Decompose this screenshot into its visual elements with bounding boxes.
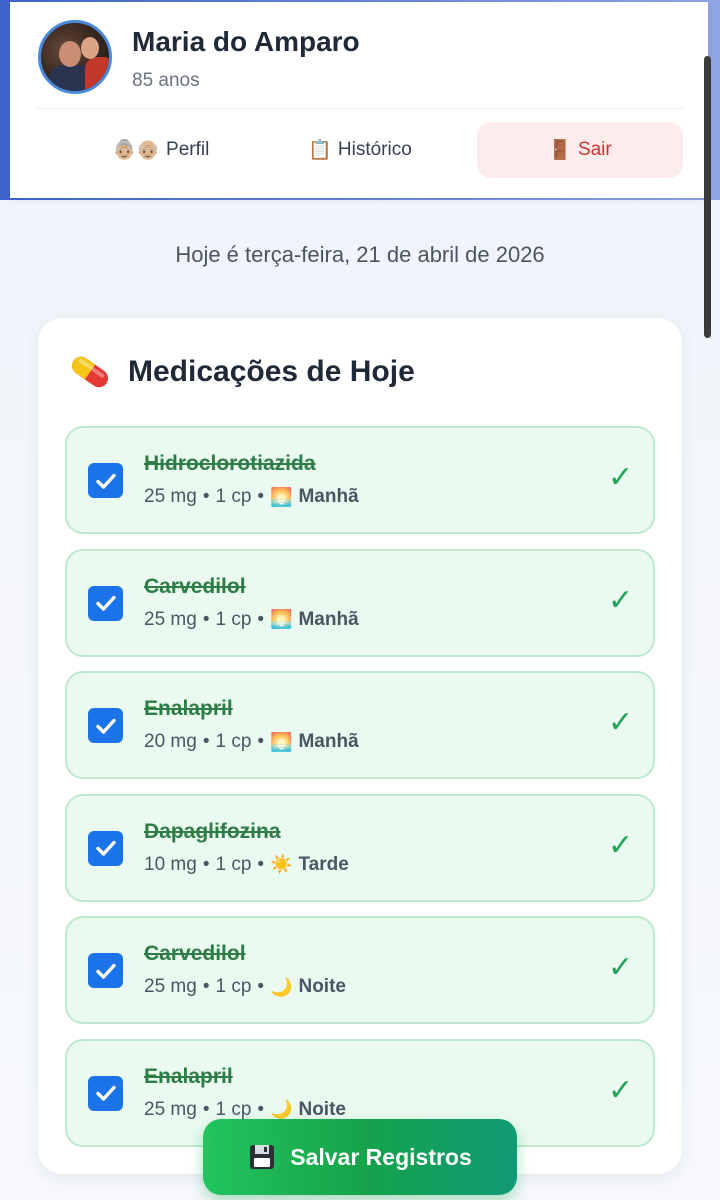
separator: • [202, 976, 210, 997]
medication-dose: 25 mg [144, 976, 197, 997]
medication-name: Enalapril [144, 1064, 233, 1088]
avatar-face [81, 37, 99, 59]
save-button-label: Salvar Registros [290, 1143, 472, 1170]
nav-profile[interactable]: 👵🏼👴🏼 Perfil [70, 122, 252, 178]
medication-dose: 10 mg [144, 853, 197, 875]
door-icon: 🚪 [548, 140, 572, 161]
medication-quantity: 1 cp [215, 731, 252, 752]
medication-name: Dapaglifozina [144, 819, 281, 843]
medication-dose: 25 mg [144, 1098, 197, 1120]
separator: • [202, 608, 210, 630]
done-check-icon: ✓ [608, 828, 634, 862]
medication-item[interactable]: Dapaglifozina 10 mg • 1 cp • ☀️ Tarde ✓ [65, 793, 655, 902]
card-header: Medicações de Hoje [66, 348, 415, 396]
medication-dose: 25 mg [144, 486, 197, 507]
logout-label: Sair [577, 139, 612, 160]
period-icon: 🌅 [270, 731, 293, 752]
current-date: Hoje é terça-feira, 21 de abril de 2026 [175, 242, 545, 267]
scrollbar[interactable] [704, 56, 711, 338]
done-check-icon: ✓ [608, 583, 634, 617]
clipboard-icon: 📋 [308, 140, 332, 161]
medication-period: Manhã [298, 486, 359, 507]
floppy-disk-icon [250, 1145, 275, 1169]
period-icon: 🌙 [270, 976, 293, 997]
medication-details: 25 mg • 1 cp • 🌙 Noite [144, 976, 346, 998]
medication-period: Noite [298, 1098, 346, 1120]
medications-card: Medicações de Hoje Hidroclorotiazida 25 m… [38, 318, 682, 1174]
separator: • [257, 731, 265, 752]
medication-item[interactable]: Carvedilol 25 mg • 1 cp • 🌙 Noite ✓ [65, 916, 655, 1024]
checkmark-icon [95, 595, 116, 611]
user-age: 85 anos [132, 70, 200, 91]
checkmark-icon [95, 963, 116, 979]
medication-quantity: 1 cp [215, 853, 252, 875]
checkmark-icon [95, 840, 116, 856]
user-name: Maria do Amparo [132, 26, 360, 57]
separator: • [257, 486, 265, 507]
medication-period: Noite [298, 976, 346, 997]
medication-name: Carvedilol [144, 942, 246, 965]
medication-period: Tarde [298, 853, 349, 875]
separator: • [202, 486, 210, 507]
medication-quantity: 1 cp [215, 608, 252, 630]
taken-checkbox[interactable] [88, 585, 123, 621]
separator: • [257, 608, 265, 630]
logout-button[interactable]: 🚪 Sair [477, 122, 683, 178]
checkmark-icon [95, 473, 116, 489]
nav-history-label: Histórico [337, 139, 412, 160]
medication-item[interactable]: Enalapril 20 mg • 1 cp • 🌅 Manhã ✓ [65, 671, 655, 779]
taken-checkbox[interactable] [88, 1075, 123, 1111]
avatar-face [59, 41, 81, 67]
medication-name: Carvedilol [144, 574, 246, 598]
medication-period: Manhã [298, 608, 359, 630]
taken-checkbox[interactable] [88, 830, 123, 866]
medication-list: Hidroclorotiazida 25 mg • 1 cp • 🌅 Manhã ✓ Carve… [65, 426, 655, 1161]
medication-period: Manhã [298, 731, 359, 752]
medication-dose: 20 mg [144, 731, 197, 752]
checkmark-icon [95, 1085, 116, 1101]
medication-name: Enalapril [144, 697, 233, 720]
checkmark-icon [95, 718, 116, 734]
period-icon: ☀️ [270, 854, 293, 874]
separator: • [202, 1098, 210, 1120]
medication-quantity: 1 cp [215, 976, 252, 997]
separator: • [202, 853, 210, 875]
save-records-button[interactable]: Salvar Registros [203, 1119, 517, 1195]
period-icon: 🌅 [270, 486, 293, 507]
profile-header: Maria do Amparo 85 anos 👵🏼👴🏼 Perfil 📋 Hi… [10, 2, 708, 198]
medication-dose: 25 mg [144, 608, 197, 630]
separator: • [202, 731, 210, 752]
avatar[interactable] [38, 20, 112, 94]
medication-details: 25 mg • 1 cp • 🌅 Manhã [144, 486, 359, 508]
done-check-icon: ✓ [608, 706, 634, 739]
medication-details: 25 mg • 1 cp • 🌙 Noite [144, 1099, 346, 1121]
separator: • [257, 976, 265, 997]
medication-details: 10 mg • 1 cp • ☀️ Tarde [144, 854, 349, 876]
separator: • [257, 1098, 265, 1120]
medication-item[interactable]: Carvedilol 25 mg • 1 cp • 🌅 Manhã ✓ [65, 548, 655, 657]
medication-quantity: 1 cp [215, 1098, 252, 1120]
card-title: Medicações de Hoje [128, 355, 415, 388]
nav-history[interactable]: 📋 Histórico [250, 122, 470, 178]
medication-item[interactable]: Hidroclorotiazida 25 mg • 1 cp • 🌅 Manhã ✓ [65, 426, 655, 534]
medication-name: Hidroclorotiazida [144, 452, 316, 475]
period-icon: 🌅 [270, 609, 293, 629]
avatar-figure [85, 57, 109, 91]
separator: • [257, 853, 265, 875]
medication-details: 20 mg • 1 cp • 🌅 Manhã [144, 731, 359, 753]
done-check-icon: ✓ [608, 951, 634, 984]
done-check-icon: ✓ [608, 1073, 634, 1107]
period-icon: 🌙 [270, 1099, 293, 1119]
elderly-couple-icon: 👵🏼👴🏼 [112, 140, 161, 161]
header-divider [36, 108, 684, 109]
medication-details: 25 mg • 1 cp • 🌅 Manhã [144, 609, 359, 631]
medication-quantity: 1 cp [215, 486, 252, 507]
done-check-icon: ✓ [608, 461, 634, 494]
taken-checkbox[interactable] [88, 463, 123, 498]
taken-checkbox[interactable] [88, 708, 123, 743]
nav-profile-label: Perfil [166, 139, 210, 160]
taken-checkbox[interactable] [88, 953, 123, 988]
pill-icon [71, 356, 109, 388]
